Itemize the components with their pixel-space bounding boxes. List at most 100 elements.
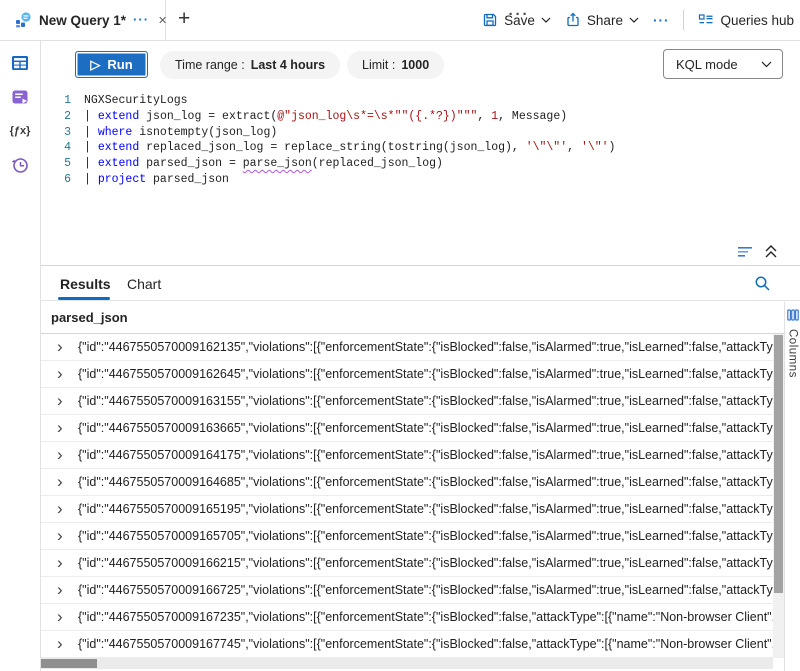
- splitter-drag-handle[interactable]: ···: [499, 6, 539, 23]
- table-row[interactable]: › {"id":"4467550570009163155","violations…: [41, 388, 773, 415]
- results-rows: ›{"id":"4467550570009162135","violations…: [41, 334, 773, 658]
- run-label: Run: [107, 57, 132, 72]
- time-range-picker[interactable]: Time range : Last 4 hours: [160, 51, 340, 79]
- expand-row-icon[interactable]: ›: [57, 340, 67, 354]
- row-json-text: {"id":"4467550570009165705","violations"…: [78, 529, 773, 543]
- new-tab-button[interactable]: +: [178, 6, 190, 32]
- line-number: 6: [41, 172, 71, 188]
- share-label: Share: [587, 13, 623, 28]
- limit-label: Limit :: [362, 58, 395, 72]
- tab-results[interactable]: Results: [60, 266, 111, 301]
- query-tab[interactable]: New Query 1* ··· ✕: [4, 0, 166, 40]
- expand-row-icon[interactable]: ›: [57, 502, 67, 516]
- tab-overflow-icon[interactable]: ···: [133, 15, 149, 25]
- row-json-text: {"id":"4467550570009167235","violations"…: [78, 610, 773, 624]
- code-line[interactable]: 5| extend parsed_json = parse_json(repla…: [41, 156, 800, 172]
- code-segment: extend: [98, 141, 139, 154]
- table-row[interactable]: › {"id":"4467550570009167235","violations…: [41, 604, 773, 631]
- queries-hub-icon: [698, 12, 714, 28]
- code-segment: |: [84, 141, 98, 154]
- code-segment: ,: [477, 110, 491, 123]
- tab-title: New Query 1*: [39, 13, 126, 28]
- code-segment: |: [84, 157, 98, 170]
- results-tab-bar: Results Chart: [41, 266, 800, 301]
- time-range-label: Time range :: [175, 58, 245, 72]
- table-row[interactable]: ›{"id":"4467550570009162135","violations…: [41, 334, 773, 361]
- line-number: 1: [41, 93, 71, 109]
- expand-row-icon[interactable]: ›: [57, 394, 67, 408]
- code-segment: (replaced_json_log): [312, 157, 443, 170]
- kql-mode-dropdown[interactable]: KQL mode: [663, 49, 783, 79]
- row-json-text: {"id":"4467550570009162645","violations"…: [78, 367, 773, 381]
- functions-icon-label: {ƒx}: [10, 125, 31, 137]
- tab-bar: New Query 1* ··· ✕ + Save: [0, 0, 800, 41]
- row-json-text: {"id":"4467550570009163155","violations"…: [78, 394, 773, 408]
- table-row[interactable]: › {"id":"4467550570009166215","violations…: [41, 550, 773, 577]
- vertical-scrollbar[interactable]: [773, 334, 784, 658]
- tab-close-icon[interactable]: ✕: [156, 12, 169, 29]
- table-explorer-icon[interactable]: [9, 52, 31, 74]
- chevron-down-icon: [761, 61, 772, 68]
- code-segment: isnotempty(json_log): [132, 126, 277, 139]
- expand-row-icon[interactable]: ›: [57, 475, 67, 489]
- share-button[interactable]: Share: [565, 12, 639, 28]
- table-row[interactable]: ›{"id":"4467550570009165195","violations…: [41, 496, 773, 523]
- code-line[interactable]: 2| extend json_log = extract(@"json_log\…: [41, 109, 800, 125]
- expand-row-icon[interactable]: ›: [57, 583, 67, 597]
- row-json-text: {"id":"4467550570009166215","violations"…: [78, 556, 773, 570]
- code-segment: parsed_json =: [139, 157, 243, 170]
- columns-panel[interactable]: Columns: [784, 302, 800, 671]
- search-results-icon[interactable]: [754, 275, 771, 292]
- run-button[interactable]: ▷ Run: [75, 51, 148, 78]
- limit-picker[interactable]: Limit : 1000: [347, 51, 444, 79]
- format-lines-icon[interactable]: [737, 245, 754, 259]
- columns-icon: [787, 309, 799, 321]
- code-segment: where: [98, 126, 133, 139]
- code-line[interactable]: 6| project parsed_json: [41, 172, 800, 188]
- expand-row-icon[interactable]: ›: [57, 610, 67, 624]
- functions-icon[interactable]: {ƒx}: [9, 120, 31, 142]
- table-row[interactable]: › {"id":"4467550570009164175","violations…: [41, 442, 773, 469]
- limit-value: 1000: [401, 58, 429, 72]
- horizontal-scrollbar[interactable]: [41, 658, 773, 669]
- code-line[interactable]: 4| extend replaced_json_log = replace_st…: [41, 140, 800, 156]
- code-segment: replaced_json_log = replace_string(tostr…: [139, 141, 525, 154]
- table-row[interactable]: › {"id":"4467550570009162645","violations…: [41, 361, 773, 388]
- expand-row-icon[interactable]: ›: [57, 448, 67, 462]
- table-row[interactable]: ›{"id":"4467550570009166725","violations…: [41, 577, 773, 604]
- row-json-text: {"id":"4467550570009164175","violations"…: [78, 448, 773, 462]
- tab-chart[interactable]: Chart: [127, 266, 161, 301]
- query-history-icon[interactable]: [9, 154, 31, 176]
- table-row[interactable]: ›{"id":"4467550570009167745","violations…: [41, 631, 773, 658]
- code-segment: '\"': [581, 141, 609, 154]
- grid-header-row: parsed_json: [41, 302, 784, 334]
- expand-row-icon[interactable]: ›: [57, 367, 67, 381]
- code-segment: , Message): [498, 110, 567, 123]
- more-actions-button[interactable]: ···: [653, 13, 670, 28]
- code-segment: ,: [567, 141, 581, 154]
- column-header-parsed-json[interactable]: parsed_json: [51, 310, 128, 325]
- queries-hub-button[interactable]: Queries hub: [698, 12, 794, 28]
- line-number: 3: [41, 125, 71, 141]
- vertical-scrollbar-thumb[interactable]: [774, 335, 783, 593]
- expand-row-icon[interactable]: ›: [57, 529, 67, 543]
- expand-row-icon[interactable]: ›: [57, 556, 67, 570]
- expand-row-icon[interactable]: ›: [57, 421, 67, 435]
- code-segment: NGXSecurityLogs: [84, 94, 188, 107]
- expand-row-icon[interactable]: ›: [57, 637, 67, 651]
- collapse-editor-icon[interactable]: [764, 244, 778, 259]
- table-row[interactable]: › {"id":"4467550570009165705","violations…: [41, 523, 773, 550]
- table-row[interactable]: ›{"id":"4467550570009164685","violations…: [41, 469, 773, 496]
- table-row[interactable]: › {"id":"4467550570009163665","violations…: [41, 415, 773, 442]
- active-tab-indicator: [58, 297, 110, 300]
- dashboards-icon[interactable]: [9, 86, 31, 108]
- columns-panel-label: Columns: [787, 329, 799, 378]
- query-editor[interactable]: 1 NGXSecurityLogs 2| extend json_log = ext…: [41, 89, 800, 240]
- query-toolbar: ▷ Run Time range : Last 4 hours Limit : …: [41, 41, 800, 88]
- share-icon: [565, 12, 581, 28]
- code-line[interactable]: 3 | where isnotempty(json_log): [41, 125, 800, 141]
- code-line[interactable]: 1 NGXSecurityLogs: [41, 93, 800, 109]
- horizontal-scrollbar-thumb[interactable]: [41, 659, 97, 668]
- row-json-text: {"id":"4467550570009163665","violations"…: [78, 421, 773, 435]
- code-segment: |: [84, 126, 98, 139]
